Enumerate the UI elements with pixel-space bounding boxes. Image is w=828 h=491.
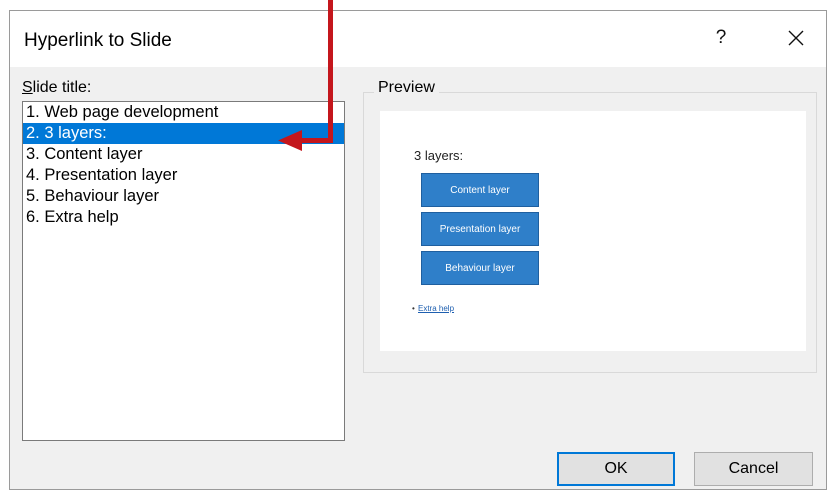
slide-title-label: Slide title: bbox=[22, 79, 91, 97]
preview-label: Preview bbox=[374, 79, 439, 97]
help-button[interactable]: ? bbox=[710, 27, 732, 53]
list-item-selected[interactable]: 2. 3 layers: bbox=[23, 123, 344, 144]
list-item[interactable]: 3. Content layer bbox=[23, 144, 344, 165]
list-item[interactable]: 1. Web page development bbox=[23, 102, 344, 123]
preview-canvas: 3 layers: Content layer Presentation lay… bbox=[380, 111, 806, 351]
list-item[interactable]: 4. Presentation layer bbox=[23, 165, 344, 186]
preview-box-presentation: Presentation layer bbox=[421, 212, 539, 246]
preview-box-content: Content layer bbox=[421, 173, 539, 207]
preview-box-behaviour: Behaviour layer bbox=[421, 251, 539, 285]
preview-heading: 3 layers: bbox=[414, 148, 464, 163]
ok-button[interactable]: OK bbox=[557, 452, 675, 486]
close-button[interactable] bbox=[778, 23, 814, 53]
preview-bullet: • bbox=[412, 304, 415, 313]
slide-title-accelerator: S bbox=[22, 79, 33, 96]
preview-link: Extra help bbox=[418, 304, 455, 313]
cancel-button[interactable]: Cancel bbox=[694, 452, 813, 486]
dialog-title: Hyperlink to Slide bbox=[24, 30, 172, 51]
list-item[interactable]: 5. Behaviour layer bbox=[23, 186, 344, 207]
slide-title-label-text: lide title: bbox=[32, 79, 92, 96]
list-item[interactable]: 6. Extra help bbox=[23, 207, 344, 228]
close-icon bbox=[788, 30, 804, 46]
hyperlink-dialog: Hyperlink to Slide ? Slide title: 1. Web… bbox=[9, 10, 827, 490]
title-bar: Hyperlink to Slide ? bbox=[10, 11, 826, 67]
slide-title-listbox[interactable]: 1. Web page development 2. 3 layers: 3. … bbox=[22, 101, 345, 441]
